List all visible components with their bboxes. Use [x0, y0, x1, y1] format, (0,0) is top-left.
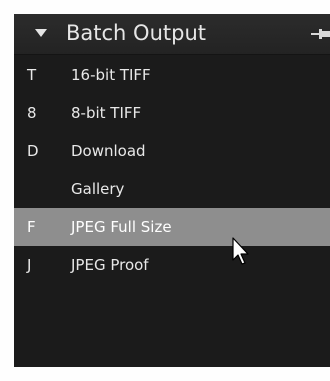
pin-icon[interactable]	[311, 27, 330, 41]
shortcut-key: T	[27, 66, 37, 84]
list-item-label: 8-bit TIFF	[71, 104, 142, 122]
list-item-jpeg-full-size[interactable]: F JPEG Full Size	[14, 208, 330, 246]
list-item-label: JPEG Proof	[71, 256, 149, 274]
list-item-label: 16-bit TIFF	[71, 66, 151, 84]
screenshot-frame: Batch Output T 16-bit TIFF 8 8-bit TIFF …	[0, 0, 330, 381]
batch-output-panel: Batch Output T 16-bit TIFF 8 8-bit TIFF …	[14, 14, 330, 367]
list-item-download[interactable]: D Download	[14, 132, 330, 170]
shortcut-key: F	[27, 218, 36, 236]
list-item-16bit-tiff[interactable]: T 16-bit TIFF	[14, 56, 330, 94]
shortcut-key: J	[27, 256, 32, 274]
shortcut-key: 8	[27, 104, 37, 122]
list-item-8bit-tiff[interactable]: 8 8-bit TIFF	[14, 94, 330, 132]
panel-title: Batch Output	[66, 21, 206, 45]
list-item-jpeg-proof[interactable]: J JPEG Proof	[14, 246, 330, 284]
shortcut-key: D	[27, 142, 39, 160]
panel-header[interactable]: Batch Output	[14, 14, 330, 55]
list-item-label: Gallery	[71, 180, 125, 198]
batch-output-list: T 16-bit TIFF 8 8-bit TIFF D Download Ga…	[14, 56, 330, 284]
list-item-gallery[interactable]: Gallery	[14, 170, 330, 208]
list-item-label: JPEG Full Size	[71, 218, 172, 236]
triangle-down-icon[interactable]	[35, 29, 47, 37]
list-item-label: Download	[71, 142, 146, 160]
